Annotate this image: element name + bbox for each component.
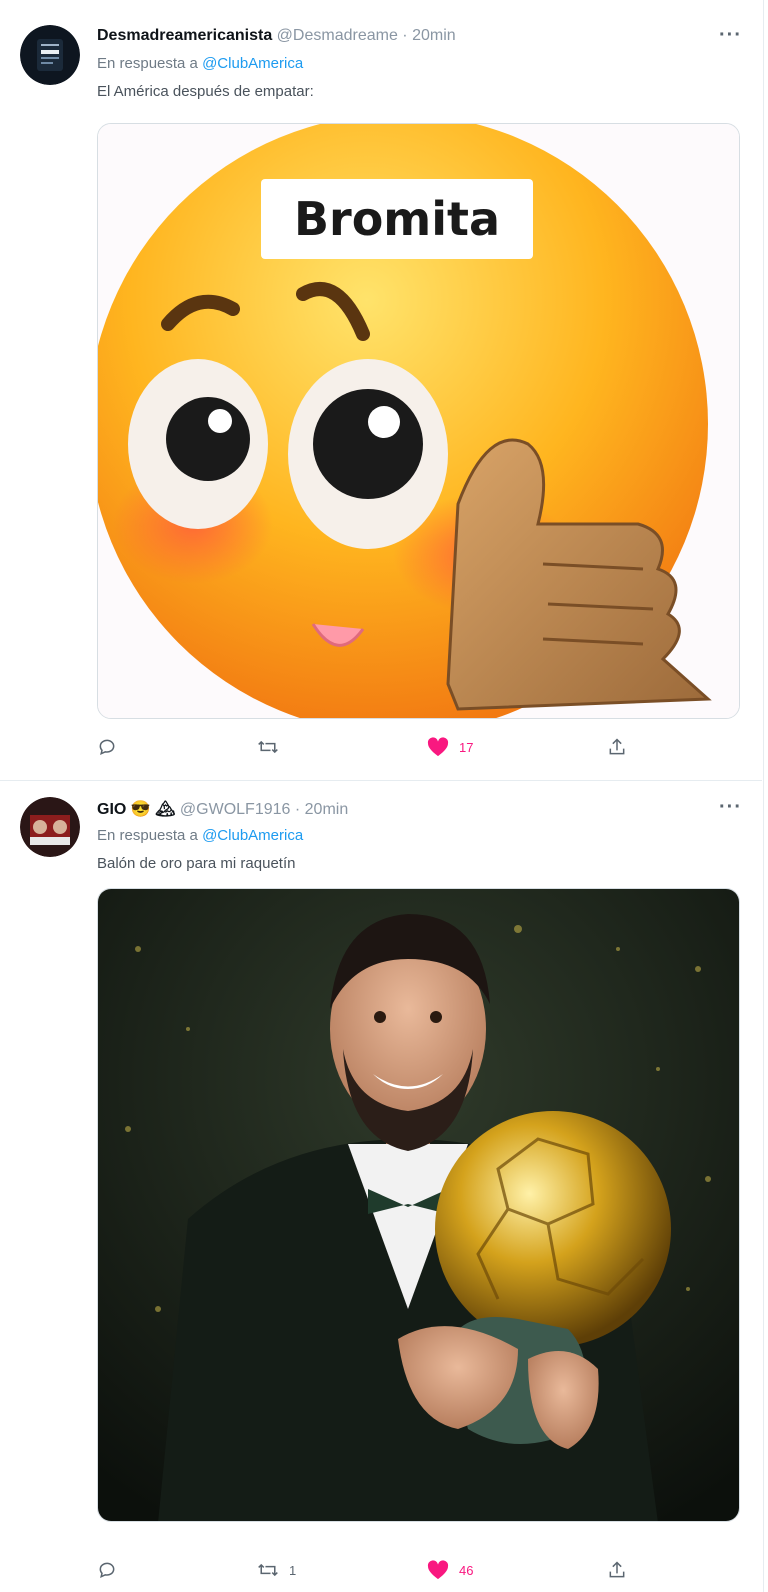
reply-prefix: En respuesta a (97, 55, 198, 72)
retweet-count: 1 (289, 1562, 297, 1578)
retweet-icon (258, 1563, 278, 1577)
avatar[interactable] (20, 25, 80, 85)
handle-and-time[interactable]: @GWOLF1916 · 20min (180, 801, 348, 818)
display-name[interactable]: Desmadreamericanista (97, 27, 272, 44)
reply-prefix: En respuesta a (97, 827, 198, 844)
handle-and-time[interactable]: @Desmadreame · 20min (277, 27, 456, 44)
share-icon (609, 1561, 625, 1578)
heart-icon (427, 737, 449, 757)
share-icon (609, 738, 625, 755)
meme-caption: Bromita (293, 192, 501, 246)
tweet[interactable]: Desmadreamericanista @Desmadreame · 20mi… (0, 10, 762, 781)
tweet-text: Balón de oro para mi raquetín (97, 855, 296, 872)
reply-context: En respuesta a @ClubAmerica (97, 55, 303, 72)
tweet-text: El América después de empatar: (97, 83, 314, 100)
more-icon[interactable]: ··· (719, 24, 742, 47)
tweet[interactable]: GIO 😎 🏔 @GWOLF1916 · 20min ··· En respue… (0, 782, 762, 1592)
comment-icon (99, 739, 115, 755)
more-icon[interactable]: ··· (719, 796, 742, 819)
comment-icon (99, 1562, 115, 1578)
tweet-header: Desmadreamericanista @Desmadreame · 20mi… (97, 27, 456, 45)
tweet-actions: 1 46 (97, 1555, 657, 1585)
retweet-icon (258, 740, 278, 754)
retweet-button[interactable]: 1 (257, 1555, 296, 1585)
share-button[interactable] (607, 732, 627, 762)
tweet-header: GIO 😎 🏔 @GWOLF1916 · 20min (97, 799, 348, 819)
reply-context: En respuesta a @ClubAmerica (97, 827, 303, 844)
tweet-media-emoji-meme[interactable]: Bromita (97, 123, 740, 719)
heart-icon (427, 1560, 449, 1580)
reply-mention-link[interactable]: @ClubAmerica (202, 55, 303, 72)
avatar[interactable] (20, 797, 80, 857)
display-name[interactable]: GIO 😎 🏔 (97, 801, 175, 818)
reply-button[interactable] (97, 1555, 127, 1585)
timeline: Desmadreamericanista @Desmadreame · 20mi… (0, 0, 764, 1592)
tweet-media-photo[interactable] (97, 888, 740, 1522)
like-button[interactable]: 17 (427, 732, 473, 762)
reply-mention-link[interactable]: @ClubAmerica (202, 827, 303, 844)
tweet-actions: 17 (97, 732, 657, 762)
like-count: 17 (459, 739, 474, 755)
retweet-button[interactable] (257, 732, 289, 762)
share-button[interactable] (607, 1555, 627, 1585)
like-count: 46 (459, 1562, 474, 1578)
reply-button[interactable] (97, 732, 127, 762)
like-button[interactable]: 46 (427, 1555, 473, 1585)
